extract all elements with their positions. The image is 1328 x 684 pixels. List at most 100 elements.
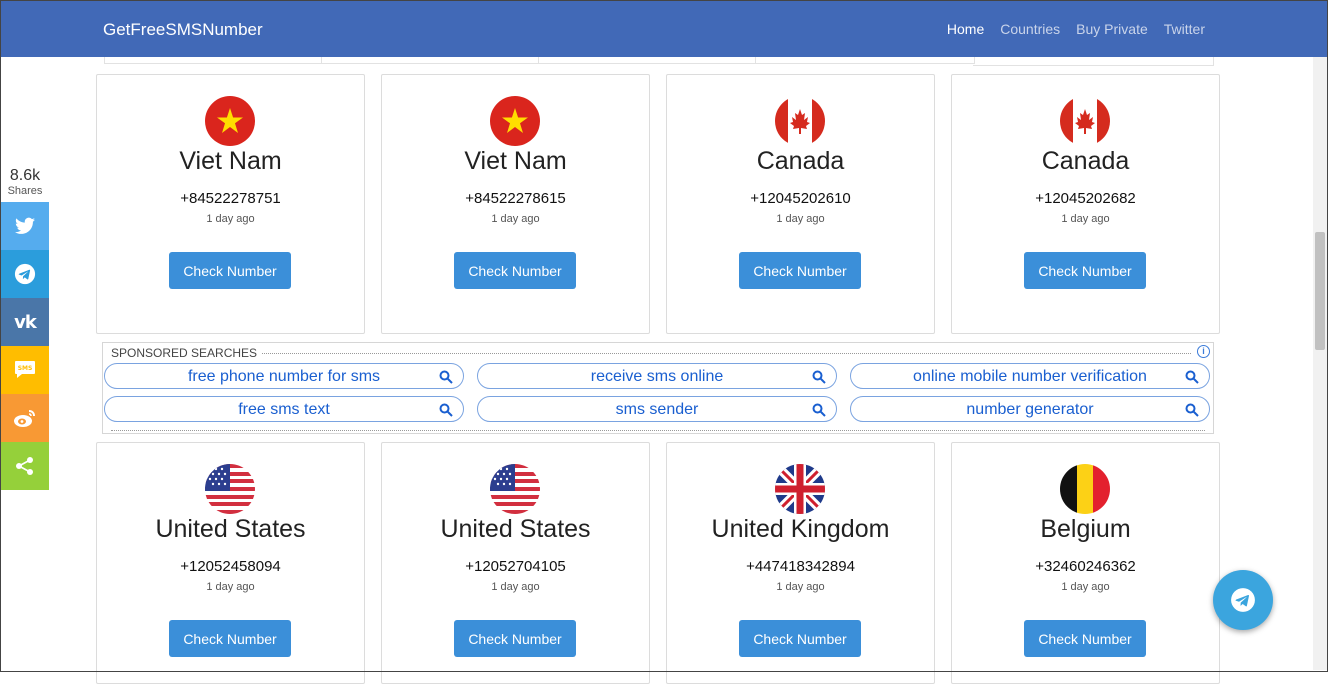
nav-twitter[interactable]: Twitter bbox=[1164, 21, 1205, 37]
vietnam-flag-icon bbox=[490, 96, 540, 146]
canada-flag-icon bbox=[775, 96, 825, 146]
phone-number[interactable]: +12052704105 bbox=[382, 558, 649, 575]
time-ago: 1 day ago bbox=[1061, 581, 1110, 593]
search-icon bbox=[812, 370, 826, 384]
nav-buy-private[interactable]: Buy Private bbox=[1076, 21, 1148, 37]
sponsored-search-link[interactable]: free phone number for sms bbox=[104, 363, 464, 389]
number-card: United States +12052458094 1 day ago Che… bbox=[96, 442, 365, 684]
twitter-icon bbox=[15, 217, 35, 234]
svg-text:SMS: SMS bbox=[18, 365, 33, 372]
number-card: Belgium +32460246362 1 day ago Check Num… bbox=[951, 442, 1220, 684]
country-name: Canada bbox=[1041, 147, 1130, 175]
number-card: United States +12052704105 1 day ago Che… bbox=[381, 442, 650, 684]
search-icon bbox=[1185, 370, 1199, 384]
weibo-icon bbox=[14, 410, 35, 427]
weibo-share-button[interactable] bbox=[1, 394, 49, 442]
sms-icon: SMS bbox=[15, 361, 35, 378]
time-ago: 1 day ago bbox=[206, 581, 255, 593]
number-card: Canada +12045202610 1 day ago Check Numb… bbox=[666, 74, 935, 334]
phone-number[interactable]: +84522278751 bbox=[97, 190, 364, 207]
sponsored-search-link[interactable]: receive sms online bbox=[477, 363, 837, 389]
share-label: Shares bbox=[7, 185, 43, 197]
sms-share-button[interactable]: SMS bbox=[1, 346, 49, 394]
share-icon bbox=[16, 457, 33, 475]
check-number-button[interactable]: Check Number bbox=[1024, 620, 1146, 657]
phone-number[interactable]: +32460246362 bbox=[952, 558, 1219, 575]
brand-logo[interactable]: GetFreeSMSNumber bbox=[103, 20, 263, 40]
share-counter: 8.6k Shares bbox=[1, 162, 49, 202]
uk-flag-icon bbox=[775, 464, 825, 514]
time-ago: 1 day ago bbox=[776, 581, 825, 593]
usa-flag-icon bbox=[205, 464, 255, 514]
info-icon[interactable]: i bbox=[1197, 345, 1210, 358]
navbar: GetFreeSMSNumber Home Countries Buy Priv… bbox=[1, 1, 1327, 57]
phone-number[interactable]: +12052458094 bbox=[97, 558, 364, 575]
phone-number[interactable]: +12045202610 bbox=[667, 190, 934, 207]
nav-countries[interactable]: Countries bbox=[1000, 21, 1060, 37]
sponsored-search-link[interactable]: online mobile number verification bbox=[850, 363, 1210, 389]
sponsored-search-link[interactable]: sms sender bbox=[477, 396, 837, 422]
time-ago: 1 day ago bbox=[491, 581, 540, 593]
canada-flag-icon bbox=[1060, 96, 1110, 146]
search-icon bbox=[812, 403, 826, 417]
telegram-icon bbox=[1231, 588, 1255, 612]
divider bbox=[111, 353, 1191, 354]
check-number-button[interactable]: Check Number bbox=[1024, 252, 1146, 289]
search-term: receive sms online bbox=[590, 368, 724, 385]
country-name: Viet Nam bbox=[179, 147, 282, 175]
previous-card-edge bbox=[973, 57, 1214, 66]
vk-icon: vk bbox=[14, 311, 37, 333]
telegram-share-button[interactable] bbox=[1, 250, 49, 298]
sponsored-title: SPONSORED SEARCHES bbox=[111, 346, 262, 360]
time-ago: 1 day ago bbox=[776, 213, 825, 225]
number-card: United Kingdom +447418342894 1 day ago C… bbox=[666, 442, 935, 684]
twitter-share-button[interactable] bbox=[1, 202, 49, 250]
time-ago: 1 day ago bbox=[206, 213, 255, 225]
country-name: United States bbox=[155, 515, 306, 543]
search-term: online mobile number verification bbox=[913, 368, 1147, 385]
number-card: Viet Nam +84522278615 1 day ago Check Nu… bbox=[381, 74, 650, 334]
country-name: Viet Nam bbox=[464, 147, 567, 175]
divider bbox=[111, 430, 1205, 431]
phone-number[interactable]: +447418342894 bbox=[667, 558, 934, 575]
search-term: number generator bbox=[966, 401, 1094, 418]
check-number-button[interactable]: Check Number bbox=[454, 620, 576, 657]
check-number-button[interactable]: Check Number bbox=[454, 252, 576, 289]
number-card: Viet Nam +84522278751 1 day ago Check Nu… bbox=[96, 74, 365, 334]
vk-share-button[interactable]: vk bbox=[1, 298, 49, 346]
check-number-button[interactable]: Check Number bbox=[739, 252, 861, 289]
phone-number[interactable]: +12045202682 bbox=[952, 190, 1219, 207]
share-sidebar: 8.6k Shares vk SMS bbox=[1, 162, 49, 490]
country-name: United Kingdom bbox=[711, 515, 890, 543]
nav-home[interactable]: Home bbox=[947, 21, 984, 37]
search-term: sms sender bbox=[615, 401, 699, 418]
phone-number[interactable]: +84522278615 bbox=[382, 190, 649, 207]
country-name: United States bbox=[440, 515, 591, 543]
check-number-button[interactable]: Check Number bbox=[169, 252, 291, 289]
belgium-flag-icon bbox=[1060, 464, 1110, 514]
share-more-button[interactable] bbox=[1, 442, 49, 490]
search-term: free phone number for sms bbox=[187, 368, 381, 385]
search-icon bbox=[439, 370, 453, 384]
vietnam-flag-icon bbox=[205, 96, 255, 146]
nav-links: Home Countries Buy Private Twitter bbox=[947, 21, 1205, 37]
number-card: Canada +12045202682 1 day ago Check Numb… bbox=[951, 74, 1220, 334]
country-name: Canada bbox=[756, 147, 845, 175]
share-count: 8.6k bbox=[9, 167, 41, 184]
sponsored-search-link[interactable]: number generator bbox=[850, 396, 1210, 422]
search-term: free sms text bbox=[238, 401, 330, 418]
time-ago: 1 day ago bbox=[491, 213, 540, 225]
scrollbar-thumb[interactable] bbox=[1315, 232, 1325, 350]
time-ago: 1 day ago bbox=[1061, 213, 1110, 225]
sponsored-search-link[interactable]: free sms text bbox=[104, 396, 464, 422]
telegram-float-button[interactable] bbox=[1213, 570, 1273, 630]
country-name: Belgium bbox=[1040, 515, 1131, 543]
page-scrollbar[interactable] bbox=[1313, 57, 1327, 670]
sponsored-searches: SPONSORED SEARCHES i free phone number f… bbox=[102, 342, 1214, 434]
check-number-button[interactable]: Check Number bbox=[169, 620, 291, 657]
search-icon bbox=[439, 403, 453, 417]
check-number-button[interactable]: Check Number bbox=[739, 620, 861, 657]
search-icon bbox=[1185, 403, 1199, 417]
usa-flag-icon bbox=[490, 464, 540, 514]
previous-row-edge bbox=[104, 57, 975, 64]
